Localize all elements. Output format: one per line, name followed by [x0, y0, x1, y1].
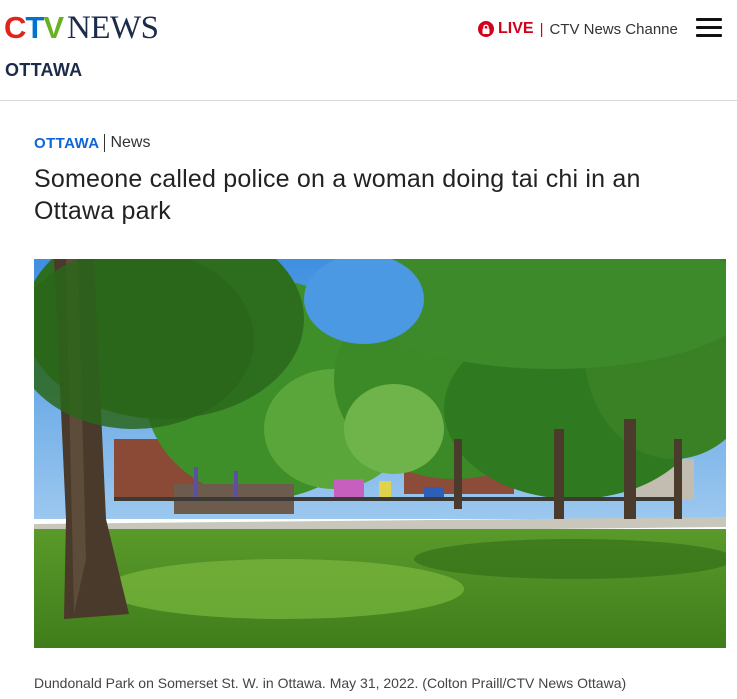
logo-letter-v: V	[43, 10, 65, 45]
ctv-news-logo[interactable]: C T V NEWS	[4, 10, 159, 46]
live-separator: |	[539, 20, 544, 38]
photo-caption: Dundonald Park on Somerset St. W. in Ott…	[34, 675, 627, 691]
article-headline: Someone called police on a woman doing t…	[34, 165, 641, 225]
live-label: LIVE	[498, 20, 534, 37]
live-link[interactable]: LIVE | CTV News Channe	[478, 18, 678, 40]
section-title[interactable]: OTTAWA	[5, 60, 82, 81]
breadcrumb-category-link[interactable]: News	[110, 134, 150, 152]
lock-icon	[478, 21, 494, 37]
breadcrumb-region-link[interactable]: OTTAWA	[34, 135, 99, 152]
article-photo[interactable]	[34, 259, 726, 648]
breadcrumb: OTTAWA News	[34, 134, 150, 152]
site-header: C T V NEWS LIVE | CTV News Channe OTTAWA	[0, 0, 737, 101]
logo-news-text: NEWS	[67, 10, 159, 46]
breadcrumb-divider	[104, 134, 106, 152]
hamburger-icon[interactable]	[696, 18, 722, 38]
logo-letter-c: C	[4, 10, 27, 45]
live-channel-name: CTV News Channe	[549, 20, 678, 38]
logo-letter-t: T	[25, 10, 45, 45]
